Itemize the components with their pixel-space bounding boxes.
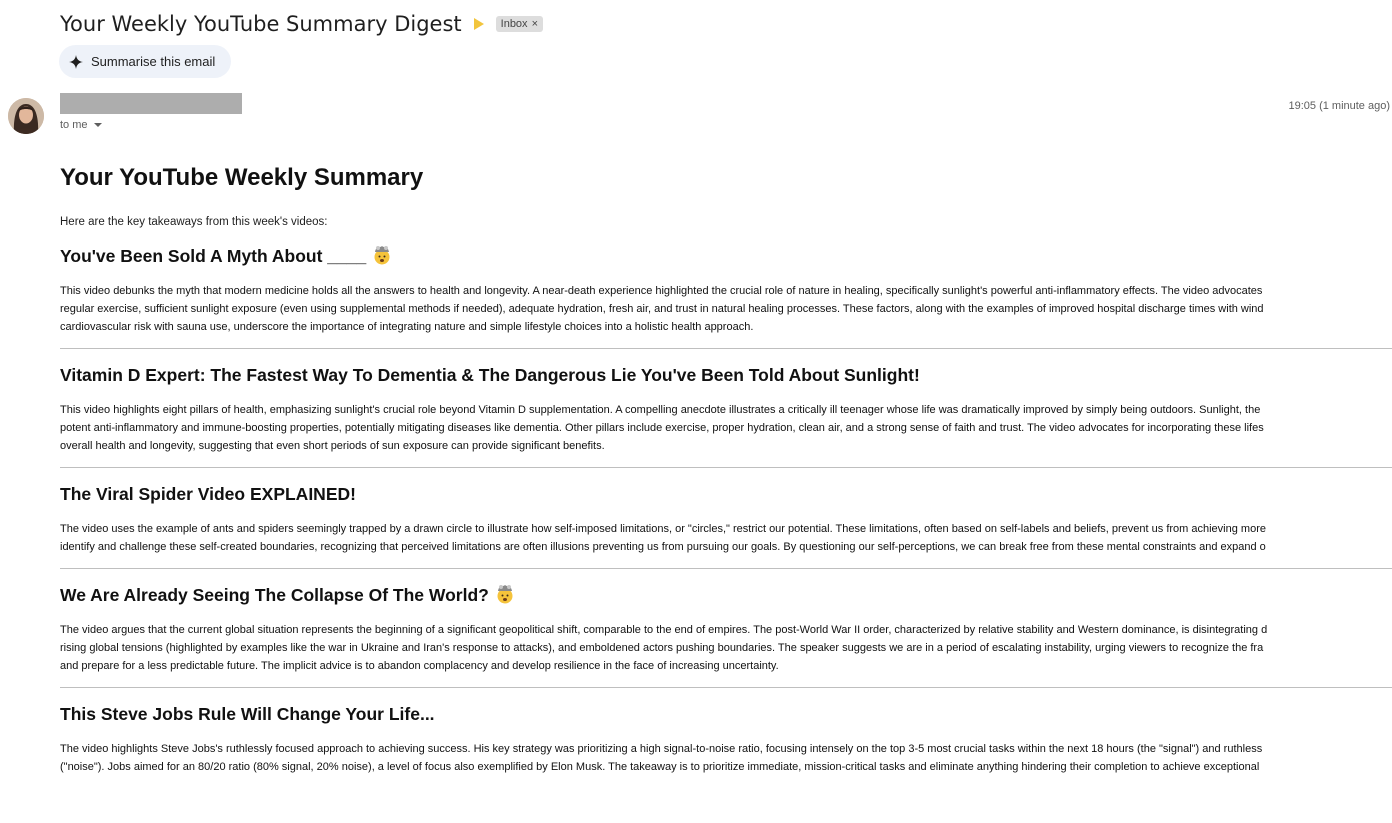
video-summary: The Viral Spider Video EXPLAINED! The vi… bbox=[60, 482, 1392, 556]
remove-label-icon[interactable]: × bbox=[532, 18, 538, 30]
video-summary-line: The video argues that the current global… bbox=[60, 624, 1268, 636]
email-body-title: Your YouTube Weekly Summary bbox=[60, 164, 424, 191]
importance-marker-icon[interactable] bbox=[473, 18, 484, 30]
video-summary: Vitamin D Expert: The Fastest Way To Dem… bbox=[60, 363, 1392, 455]
email-intro: Here are the key takeaways from this wee… bbox=[60, 216, 328, 228]
section-divider bbox=[60, 467, 1392, 468]
video-title-text: We Are Already Seeing The Collapse Of Th… bbox=[60, 585, 489, 605]
video-summary-line: overall health and longevity, suggesting… bbox=[60, 440, 605, 452]
video-title: You've Been Sold A Myth About ____ bbox=[60, 244, 1392, 268]
summarise-email-label: Summarise this email bbox=[91, 54, 216, 69]
video-summary: We Are Already Seeing The Collapse Of Th… bbox=[60, 583, 1392, 675]
exploding-head-icon bbox=[374, 246, 390, 265]
video-summary-line: potent anti-inflammatory and immune-boos… bbox=[60, 422, 1264, 434]
sender-avatar[interactable] bbox=[8, 98, 44, 134]
video-summary-line: identify and challenge these self-create… bbox=[60, 541, 1266, 553]
video-summary-line: The video highlights Steve Jobs's ruthle… bbox=[60, 743, 1263, 755]
video-summary-line: cardiovascular risk with sauna use, unde… bbox=[60, 321, 754, 333]
section-divider bbox=[60, 568, 1392, 569]
recipient-text: to me bbox=[60, 119, 88, 131]
email-timestamp: 19:05 (1 minute ago) bbox=[1288, 100, 1390, 112]
inbox-label-text: Inbox bbox=[500, 18, 528, 30]
video-summary-line: ("noise"). Jobs aimed for an 80/20 ratio… bbox=[60, 761, 1260, 773]
sparkle-icon bbox=[69, 54, 83, 69]
video-summary-line: This video debunks the myth that modern … bbox=[60, 285, 1263, 297]
inbox-label-chip: Inbox × bbox=[495, 16, 543, 32]
avatar-photo-icon bbox=[8, 98, 44, 134]
video-title: This Steve Jobs Rule Will Change Your Li… bbox=[60, 704, 435, 724]
video-summary-line: and prepare for a less predictable futur… bbox=[60, 660, 779, 672]
email-body: Your YouTube Weekly Summary Here are the… bbox=[60, 162, 1392, 776]
video-title: The Viral Spider Video EXPLAINED! bbox=[60, 484, 356, 504]
video-title: We Are Already Seeing The Collapse Of Th… bbox=[60, 583, 1392, 607]
email-subject: Your Weekly YouTube Summary Digest bbox=[60, 12, 462, 36]
video-summary-line: regular exercise, sufficient sunlight ex… bbox=[60, 303, 1264, 315]
exploding-head-icon bbox=[497, 585, 513, 604]
subject-row: Your Weekly YouTube Summary Digest Inbox… bbox=[60, 12, 543, 36]
chevron-down-icon[interactable] bbox=[93, 123, 102, 127]
video-summary-line: This video highlights eight pillars of h… bbox=[60, 404, 1261, 416]
video-summary-line: The video uses the example of ants and s… bbox=[60, 523, 1266, 535]
sender-name-redacted bbox=[60, 93, 242, 114]
recipient-details[interactable]: to me bbox=[60, 119, 102, 131]
section-divider bbox=[60, 348, 1392, 349]
summarise-email-button[interactable]: Summarise this email bbox=[59, 45, 232, 78]
section-divider bbox=[60, 687, 1392, 688]
video-summary-line: rising global tensions (highlighted by e… bbox=[60, 642, 1264, 654]
video-title-text: You've Been Sold A Myth About ____ bbox=[60, 246, 367, 266]
video-summary: This Steve Jobs Rule Will Change Your Li… bbox=[60, 702, 1392, 776]
video-title: Vitamin D Expert: The Fastest Way To Dem… bbox=[60, 365, 920, 385]
video-summary: You've Been Sold A Myth About ____ This … bbox=[60, 244, 1392, 336]
